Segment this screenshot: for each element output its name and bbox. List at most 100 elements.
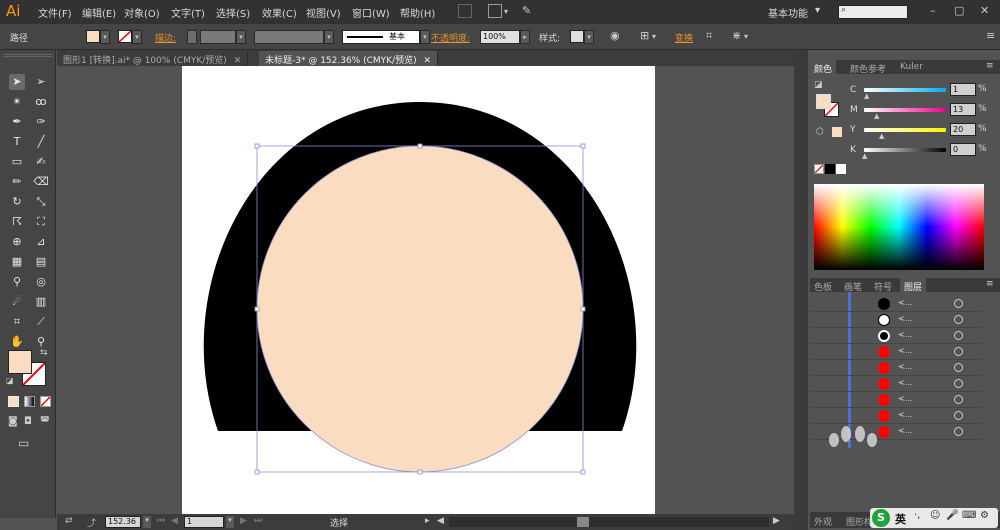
shape-builder-tool-icon[interactable]: ⊕ bbox=[9, 234, 25, 250]
draw-normal-icon[interactable]: ◙ bbox=[8, 416, 18, 427]
white-swatch[interactable] bbox=[836, 164, 846, 174]
color-mode-icon[interactable] bbox=[8, 396, 19, 407]
export-icon[interactable]: ⤴ bbox=[87, 516, 96, 529]
next-artboard-icon[interactable]: ▶ bbox=[240, 516, 247, 526]
chevron-down-icon[interactable]: ▾ bbox=[504, 7, 508, 16]
yellow-slider[interactable] bbox=[864, 128, 946, 132]
artboard-number-input[interactable]: 1 bbox=[184, 516, 224, 528]
layer-name[interactable]: <... bbox=[898, 394, 912, 403]
layer-row[interactable]: <... bbox=[810, 376, 982, 392]
maximize-icon[interactable]: ▢ bbox=[954, 4, 964, 17]
selection-tool-icon[interactable]: ➤ bbox=[9, 74, 25, 90]
handle-bottom-right[interactable] bbox=[580, 469, 586, 475]
recolor-icon[interactable]: ◉ bbox=[610, 29, 620, 42]
slice-tool-icon[interactable]: ⟋ bbox=[33, 314, 49, 330]
ime-voice-icon[interactable]: 🎤 bbox=[946, 510, 958, 521]
scale-tool-icon[interactable]: ⤡ bbox=[33, 194, 49, 210]
brush-style-chevron-icon[interactable]: ▾ bbox=[420, 30, 430, 44]
dock-collapse-strip[interactable] bbox=[794, 50, 808, 530]
menu-edit[interactable]: 编辑(E) bbox=[82, 5, 116, 20]
fill-color-box[interactable] bbox=[8, 350, 32, 374]
prev-artboard-icon[interactable]: ◀ bbox=[171, 516, 178, 526]
layer-row[interactable]: <... bbox=[810, 296, 982, 312]
canvas-horizontal-scrollbar[interactable] bbox=[449, 517, 769, 527]
graphic-style-swatch[interactable] bbox=[570, 30, 584, 43]
web-safe-swatch[interactable] bbox=[832, 127, 842, 137]
layer-row[interactable]: <... bbox=[810, 328, 982, 344]
rectangle-tool-icon[interactable]: ▭ bbox=[9, 154, 25, 170]
type-tool-icon[interactable]: T bbox=[9, 134, 25, 150]
hand-tool-icon[interactable]: ✋ bbox=[9, 334, 25, 350]
symbol-sprayer-tool-icon[interactable]: ☄ bbox=[9, 294, 25, 310]
zoom-chevron-icon[interactable]: ▾ bbox=[143, 516, 151, 528]
layer-target-icon[interactable] bbox=[954, 347, 963, 356]
none-mode-icon[interactable] bbox=[40, 396, 51, 407]
black-swatch[interactable] bbox=[825, 164, 835, 174]
draw-inside-icon[interactable]: ◚ bbox=[40, 416, 50, 427]
stroke-weight-stepper[interactable] bbox=[187, 30, 197, 44]
line-tool-icon[interactable]: ╱ bbox=[33, 134, 49, 150]
stroke-swatch[interactable] bbox=[118, 30, 132, 43]
eraser-tool-icon[interactable]: ⌫ bbox=[33, 174, 49, 190]
status-menu-icon[interactable]: ▸ bbox=[425, 516, 430, 526]
out-of-gamut-icon[interactable]: ⬡ bbox=[816, 127, 824, 137]
panel-options-icon[interactable]: ⋇ bbox=[732, 29, 741, 42]
menu-object[interactable]: 对象(O) bbox=[124, 5, 160, 20]
menu-window[interactable]: 窗口(W) bbox=[352, 5, 390, 20]
black-slider-handle[interactable]: ▲ bbox=[862, 152, 867, 160]
last-artboard-icon[interactable]: ⏭ bbox=[254, 516, 262, 526]
layer-row[interactable]: <... bbox=[810, 392, 982, 408]
menu-help[interactable]: 帮助(H) bbox=[400, 5, 435, 20]
hscroll-thumb[interactable] bbox=[577, 517, 589, 527]
menu-file[interactable]: 文件(F) bbox=[38, 5, 72, 20]
magenta-input[interactable]: 13 bbox=[950, 103, 976, 116]
handle-middle-right[interactable] bbox=[580, 306, 586, 312]
tab-appearance[interactable]: 外观 bbox=[810, 513, 836, 530]
mesh-tool-icon[interactable]: ▦ bbox=[9, 254, 25, 270]
lasso-tool-icon[interactable]: ꝏ bbox=[33, 94, 49, 110]
handle-bottom-left[interactable] bbox=[254, 469, 260, 475]
workspace-chevron-icon[interactable]: ▾ bbox=[815, 5, 820, 16]
ime-emoji-icon[interactable]: ☺ bbox=[930, 510, 940, 521]
workspace-switcher[interactable]: 基本功能 bbox=[768, 5, 808, 20]
tools-grip[interactable] bbox=[4, 54, 52, 57]
black-slider[interactable] bbox=[864, 148, 946, 152]
opacity-chevron-icon[interactable]: ▸ bbox=[520, 30, 530, 44]
handle-middle-left[interactable] bbox=[254, 306, 260, 312]
align-chevron-icon[interactable]: ▾ bbox=[652, 32, 656, 41]
layer-name[interactable]: <... bbox=[898, 314, 912, 323]
panel-fill-swatch[interactable] bbox=[816, 94, 831, 109]
curvature-tool-icon[interactable]: ✑ bbox=[33, 114, 49, 130]
warp-tool-icon[interactable]: ☈ bbox=[9, 214, 25, 230]
layer-row[interactable]: <... bbox=[810, 360, 982, 376]
layer-name[interactable]: <... bbox=[898, 346, 912, 355]
bridge-icon[interactable] bbox=[458, 4, 472, 18]
sync-icon[interactable]: ✎ bbox=[522, 4, 531, 17]
color-panel-menu-icon[interactable]: ≡ bbox=[986, 61, 994, 71]
magic-wand-tool-icon[interactable]: ✴ bbox=[9, 94, 25, 110]
handle-top-middle[interactable] bbox=[417, 143, 423, 149]
eyedropper-tool-icon[interactable]: ⚲ bbox=[9, 274, 25, 290]
layer-target-icon[interactable] bbox=[954, 363, 963, 372]
status-sync-icon[interactable]: ⇄ bbox=[65, 516, 73, 526]
artboard-chevron-icon[interactable]: ▾ bbox=[226, 516, 234, 528]
tab-close-icon[interactable]: ✕ bbox=[234, 56, 242, 66]
layer-target-icon[interactable] bbox=[954, 315, 963, 324]
layer-target-icon[interactable] bbox=[954, 331, 963, 340]
rotate-tool-icon[interactable]: ↻ bbox=[9, 194, 25, 210]
black-input[interactable]: 0 bbox=[950, 143, 976, 156]
pencil-tool-icon[interactable]: ✏ bbox=[9, 174, 25, 190]
layer-name[interactable]: <... bbox=[898, 378, 912, 387]
tab-document-2[interactable]: 未标题-3* @ 152.36% (CMYK/预览) ✕ bbox=[259, 51, 439, 66]
free-transform-tool-icon[interactable]: ⛶ bbox=[33, 214, 49, 230]
panel-options-chevron-icon[interactable]: ▾ bbox=[744, 32, 748, 41]
layer-name[interactable]: <... bbox=[898, 362, 912, 371]
layer-target-icon[interactable] bbox=[954, 299, 963, 308]
tab-kuler[interactable]: Kuler bbox=[896, 60, 927, 74]
menu-view[interactable]: 视图(V) bbox=[306, 5, 341, 20]
tab-color[interactable]: 颜色 bbox=[810, 60, 837, 77]
graphic-style-chevron-icon[interactable]: ▾ bbox=[584, 30, 594, 44]
none-swatch[interactable] bbox=[814, 164, 824, 174]
ime-toolbar[interactable]: S 英 ·, ☺ 🎤 ⌨ ⚙ bbox=[870, 508, 998, 528]
layer-target-icon[interactable] bbox=[954, 411, 963, 420]
